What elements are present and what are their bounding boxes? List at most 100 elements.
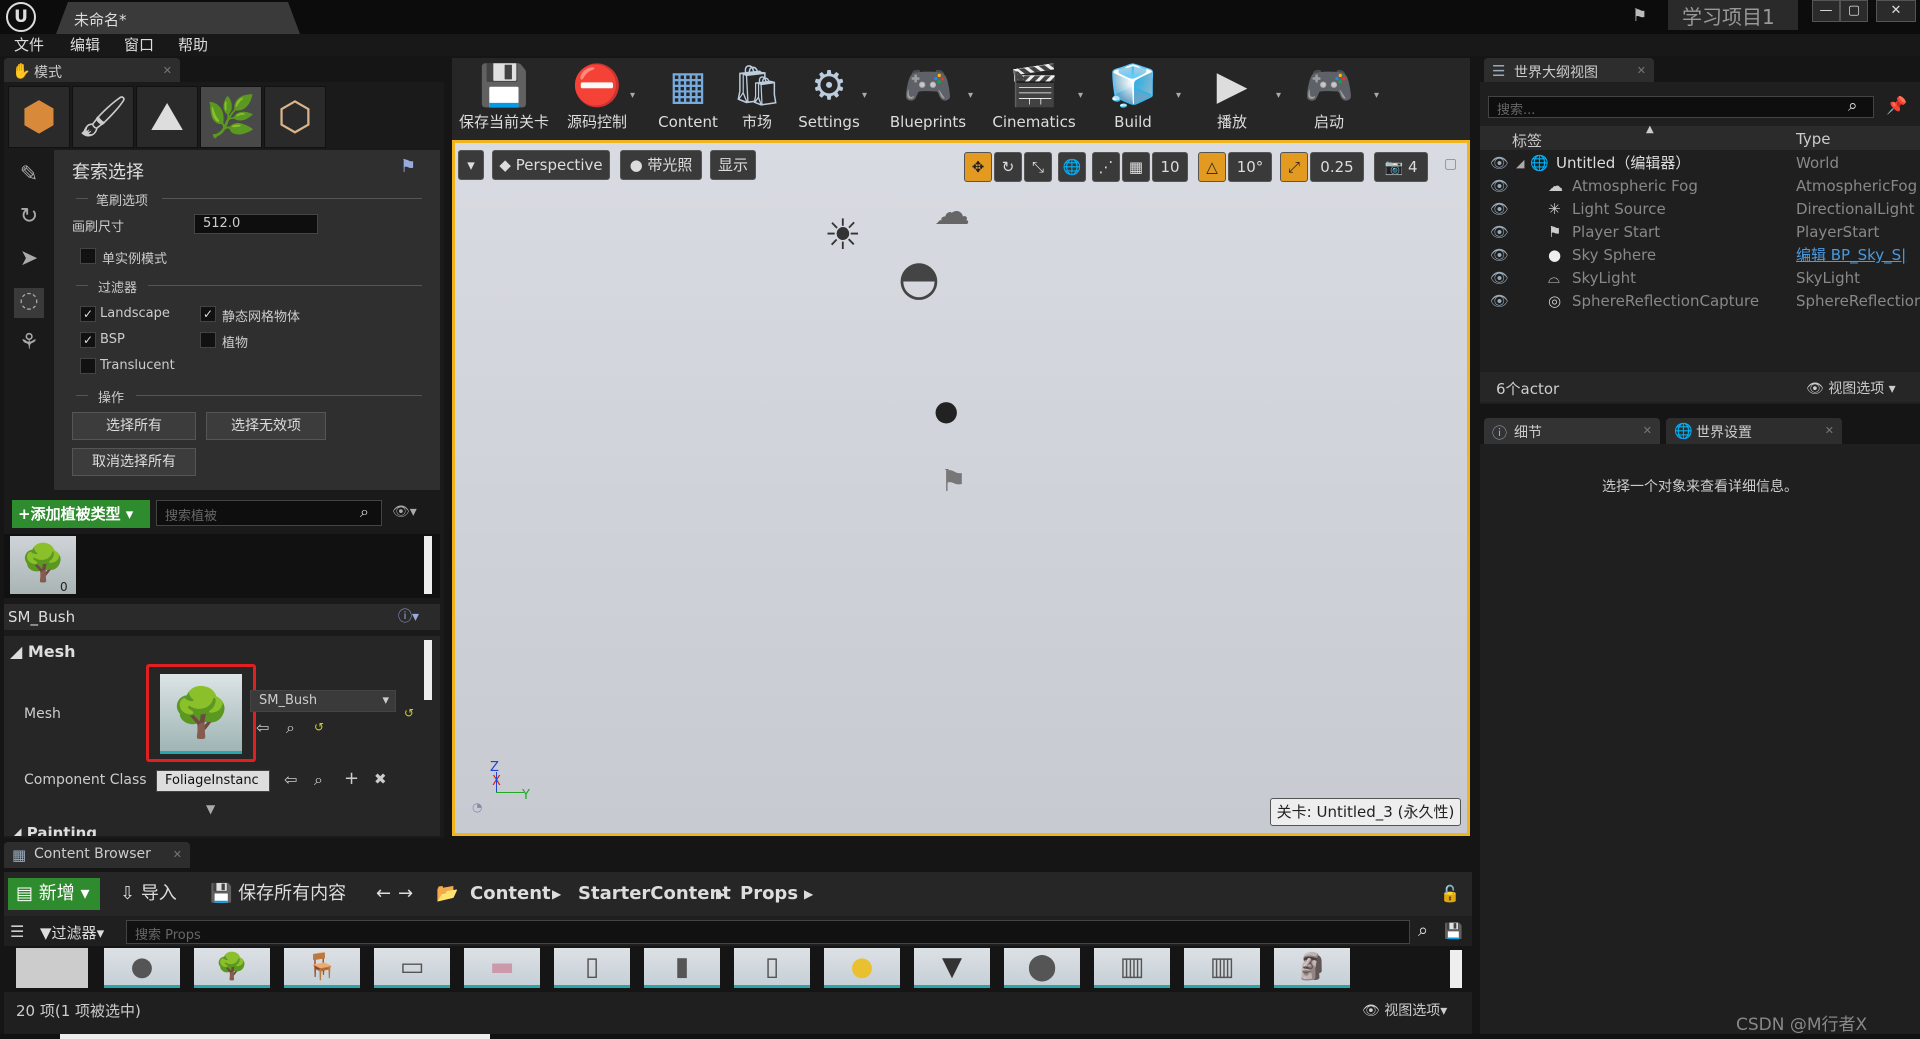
expand-arrow-icon[interactable]: ▼ [206, 802, 215, 816]
source-control-button[interactable]: ⛔ 源码控制 [556, 58, 638, 140]
content-view-options[interactable]: 👁 视图选项▾ [1362, 1000, 1447, 1020]
close-icon[interactable]: ✕ [1825, 424, 1834, 437]
mesh-asset-dropdown[interactable]: SM_Bush ▾ [250, 690, 396, 712]
blueprints-button[interactable]: 🎮 Blueprints [884, 58, 972, 140]
document-tab[interactable]: 未命名* [56, 2, 300, 34]
viewport-menu-button[interactable]: ▾ [458, 150, 484, 180]
fill-tool-icon[interactable]: ⚘ [14, 330, 44, 360]
close-icon[interactable]: ✕ [173, 848, 182, 861]
breadcrumb-separator-icon[interactable]: ▶ [716, 874, 725, 914]
asset-thumbnail[interactable]: ⬤ [1004, 948, 1080, 988]
search-icon[interactable]: ⌕ [360, 502, 369, 522]
use-selected-icon[interactable]: ⇦ [284, 770, 297, 789]
dropdown-arrow-icon[interactable]: ▾ [1176, 90, 1186, 101]
browse-icon[interactable]: ⌕ [286, 718, 295, 738]
dropdown-arrow-icon[interactable]: ▾ [630, 90, 640, 101]
select-all-button[interactable]: 选择所有 [72, 412, 196, 440]
add-foliage-type-button[interactable]: +添加植被类型 ▾ [12, 500, 150, 528]
asset-thumbnail-selected[interactable]: 🌳 [194, 948, 270, 988]
scrollbar[interactable] [424, 536, 432, 594]
info-icon[interactable]: ⓘ▾ [398, 606, 419, 626]
scale-snap-icon[interactable]: ⤢ [1280, 152, 1308, 182]
back-arrow-icon[interactable]: ← [376, 874, 391, 914]
menu-edit[interactable]: 编辑 [70, 34, 100, 56]
menu-file[interactable]: 文件 [14, 34, 44, 56]
minimize-button[interactable]: — [1812, 0, 1840, 22]
build-button[interactable]: 🧊 Build [1098, 58, 1168, 140]
content-search-input[interactable]: 搜索 Props [126, 920, 1410, 944]
modes-tab[interactable]: ✋ 模式 ✕ [4, 58, 180, 84]
painting-section-header[interactable]: ◢ Painting [10, 824, 97, 836]
launch-button[interactable]: 🎮 启动 [1294, 58, 1364, 140]
breadcrumb-separator-icon[interactable]: ▶ [552, 874, 561, 914]
edit-blueprint-link[interactable]: 编辑 BP_Sky_S| [1796, 244, 1906, 267]
close-icon[interactable]: ✕ [1643, 424, 1652, 437]
asset-thumbnail[interactable]: ▯ [554, 948, 630, 988]
reset-icon[interactable]: ↺ [314, 720, 324, 734]
paint-mode-icon[interactable]: 🖌 [72, 86, 134, 148]
dropdown-arrow-icon[interactable]: ▾ [862, 90, 872, 101]
details-tab[interactable]: ⓘ 细节 ✕ [1484, 418, 1660, 444]
breadcrumb-props[interactable]: Props [740, 874, 798, 914]
expand-arrow-icon[interactable]: ◢ [1516, 152, 1524, 175]
breadcrumb-separator-icon[interactable]: ▶ [804, 874, 813, 914]
camera-speed-button[interactable]: 📷 4 [1374, 152, 1428, 182]
col-type-header[interactable]: Type [1796, 130, 1830, 148]
horizontal-scrollbar[interactable] [60, 1034, 490, 1039]
play-button[interactable]: ▶ 播放 [1196, 58, 1268, 140]
asset-thumbnail[interactable]: ▥ [1094, 948, 1170, 988]
place-mode-icon[interactable]: ⬢ [8, 86, 70, 148]
reapply-tool-icon[interactable]: ↻ [14, 204, 44, 234]
visibility-eye-icon[interactable]: 👁 [1490, 244, 1509, 267]
maximize-viewport-icon[interactable]: ▢ [1444, 156, 1457, 172]
forward-arrow-icon[interactable]: → [398, 874, 413, 914]
asset-thumbnail[interactable]: ● [824, 948, 900, 988]
dropdown-arrow-icon[interactable]: ▾ [1276, 90, 1286, 101]
content-browser-tab[interactable]: ▦ Content Browser ✕ [4, 842, 190, 868]
outliner-row[interactable]: 👁 ◎ SphereReflectionCapture SphereReflec… [1480, 290, 1920, 313]
col-label-header[interactable]: 标签 [1512, 130, 1542, 151]
sources-toggle-icon[interactable]: ☰ [10, 922, 24, 941]
outliner-view-options[interactable]: 👁 视图选项 ▾ [1806, 378, 1896, 398]
clear-icon[interactable]: ✖ [374, 770, 387, 788]
landscape-checkbox[interactable]: ✓ [80, 306, 96, 322]
marketplace-button[interactable]: 🛍 市场 [730, 58, 784, 140]
grid-snap-icon[interactable]: ▦ [1122, 152, 1150, 182]
scrollbar[interactable] [424, 640, 432, 700]
content-button[interactable]: ▦ Content [650, 58, 726, 140]
asset-thumbnail[interactable]: ▭ [374, 948, 450, 988]
view-eye-icon[interactable]: 👁▾ [392, 504, 417, 520]
translate-icon[interactable]: ✥ [964, 152, 992, 182]
visibility-eye-icon[interactable]: 👁 [1490, 290, 1509, 313]
dropdown-arrow-icon[interactable]: ▾ [1374, 90, 1384, 101]
lasso-tool-icon[interactable]: ◌ [14, 288, 44, 318]
rotate-icon[interactable]: ↻ [994, 152, 1022, 182]
add-folder-icon[interactable]: 📌 [1886, 96, 1907, 116]
outliner-row[interactable]: 👁 ⚑ Player Start PlayerStart [1480, 221, 1920, 244]
save-level-button[interactable]: 💾 保存当前关卡 [456, 58, 552, 140]
lock-icon[interactable]: 🔓 [1440, 874, 1460, 914]
paint-tool-icon[interactable]: ✎ [14, 162, 44, 192]
help-icon[interactable]: ⚑ [400, 156, 416, 177]
select-invalid-button[interactable]: 选择无效项 [206, 412, 326, 440]
new-button[interactable]: ▤ 新增 ▾ [8, 878, 100, 910]
world-space-icon[interactable]: 🌐 [1058, 152, 1086, 182]
breadcrumb-content[interactable]: Content [470, 874, 551, 914]
deselect-all-button[interactable]: 取消选择所有 [72, 448, 196, 476]
show-button[interactable]: 显示 [710, 150, 756, 180]
bsp-checkbox[interactable]: ✓ [80, 332, 96, 348]
geometry-mode-icon[interactable]: ⬡ [264, 86, 326, 148]
asset-thumbnail[interactable]: ▬ [464, 948, 540, 988]
asset-thumbnail[interactable]: ▥ [1184, 948, 1260, 988]
outliner-tab[interactable]: ☰ 世界大纲视图 ✕ [1484, 58, 1654, 84]
sky-light-icon[interactable]: ◓ [898, 250, 940, 306]
browse-icon[interactable]: ⌕ [314, 770, 323, 790]
sphere-reflection-icon[interactable]: ● [934, 394, 958, 427]
close-icon[interactable]: ✕ [1637, 64, 1646, 77]
maximize-button[interactable]: ▢ [1840, 0, 1868, 22]
menu-window[interactable]: 窗口 [124, 34, 154, 56]
outliner-row[interactable]: 👁 ☁ Atmospheric Fog AtmosphericFog [1480, 175, 1920, 198]
world-settings-tab[interactable]: 🌐 世界设置 ✕ [1666, 418, 1842, 444]
asset-thumbnail[interactable]: 🗿 [1274, 948, 1350, 988]
player-start-icon[interactable]: ⚑ [940, 464, 967, 499]
